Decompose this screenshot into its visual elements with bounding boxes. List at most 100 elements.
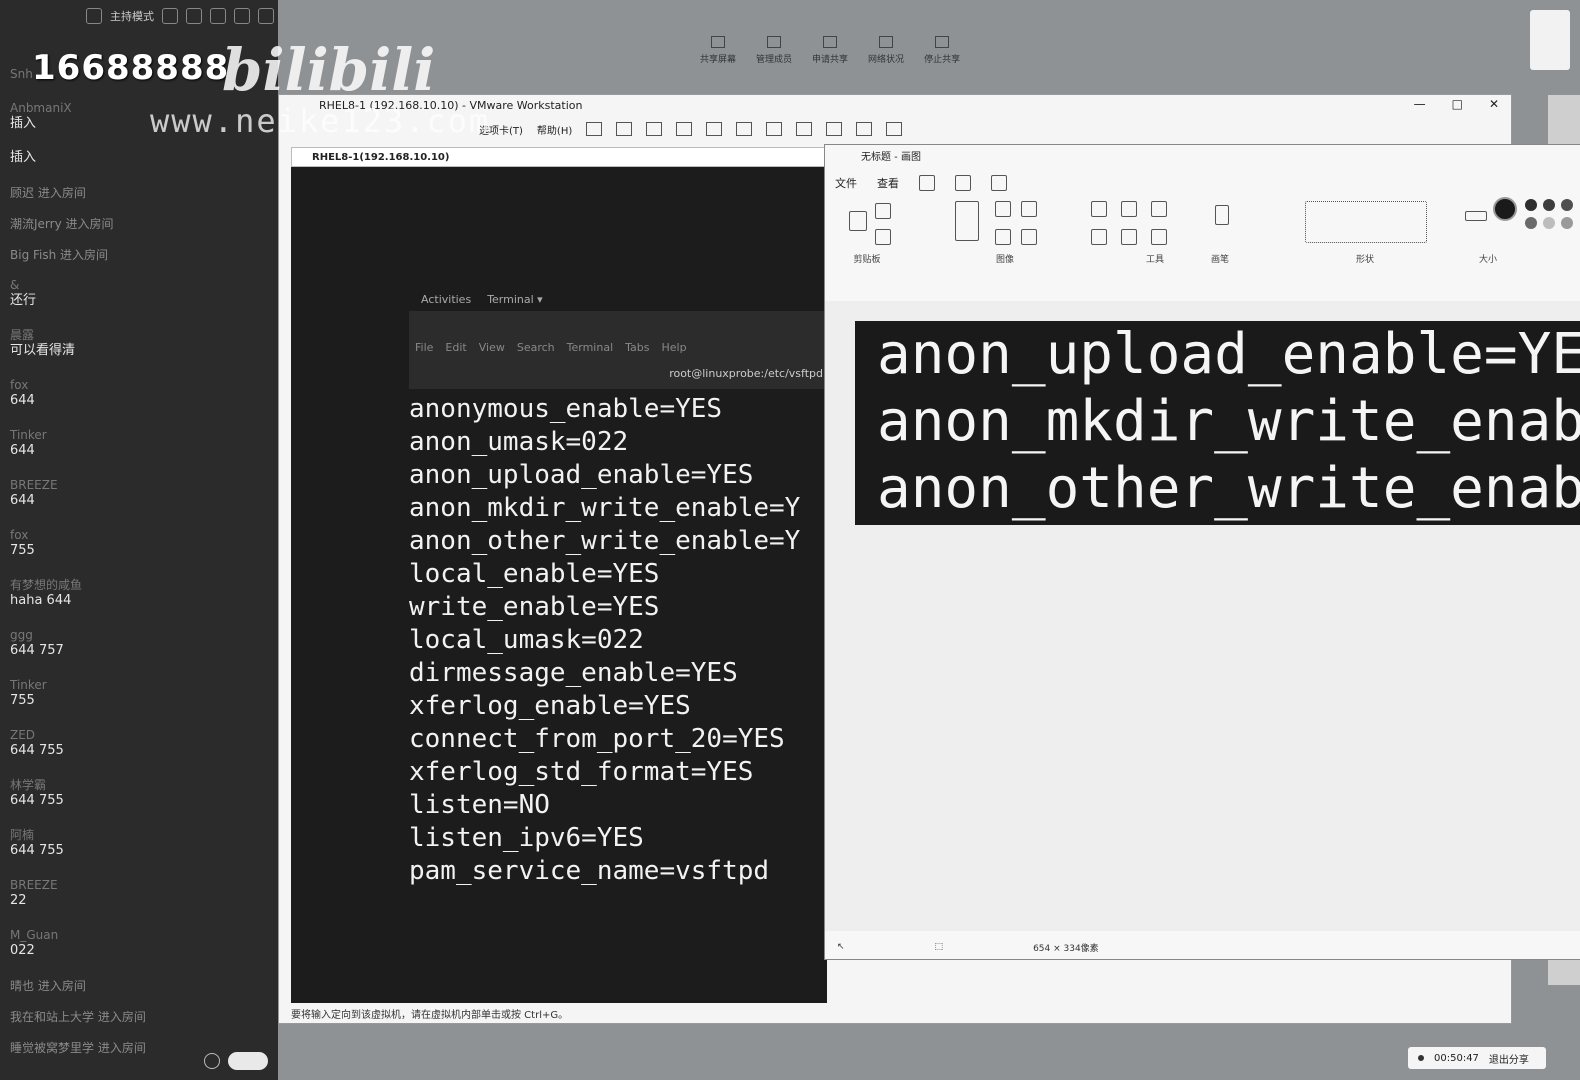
elapsed-time: 00:50:47 — [1434, 1052, 1479, 1064]
chat-username[interactable]: & — [10, 277, 270, 293]
canvas-text-line: anon_other_write_enab — [877, 456, 1580, 521]
chat-username[interactable]: 晨露 — [10, 327, 270, 343]
minimize-icon[interactable] — [210, 8, 226, 24]
send-keys-icon[interactable] — [616, 122, 633, 136]
chat-system-message: 晴也 进入房间 — [10, 979, 86, 993]
minimize-button[interactable]: — — [1414, 97, 1426, 111]
term-menu-terminal[interactable]: Terminal — [567, 341, 614, 354]
activities-button[interactable]: Activities — [421, 293, 471, 306]
pasted-image[interactable]: anon_upload_enable=YE anon_mkdir_write_en… — [855, 321, 1580, 525]
snapshot-manager-icon[interactable] — [706, 122, 723, 136]
chat-username[interactable]: Tinker — [10, 427, 270, 443]
config-line: anonymous_enable=YES — [409, 394, 723, 424]
chat-username[interactable]: 林学霸 — [10, 777, 270, 793]
snapshot-icon[interactable] — [646, 122, 663, 136]
emoji-icon[interactable] — [204, 1053, 220, 1069]
chat-system-message: 我在和站上大学 进入房间 — [10, 1010, 146, 1024]
side-widget[interactable] — [1530, 10, 1570, 70]
chat-username[interactable]: 阿楠 — [10, 827, 270, 843]
chat-message: 阿楠 644 755 — [10, 827, 270, 859]
chat-username[interactable]: ggg — [10, 627, 270, 643]
unity-icon[interactable] — [826, 122, 843, 136]
term-menu-search[interactable]: Search — [517, 341, 555, 354]
vmware-status-text: 要将输入定向到该虚拟机，请在虚拟机内部单击或按 Ctrl+G。 — [291, 1010, 569, 1021]
exit-share-button[interactable]: 退出分享 — [1489, 1051, 1529, 1066]
pencil-icon[interactable] — [1091, 201, 1107, 217]
fullscreen-icon[interactable] — [796, 122, 813, 136]
restore-snapshot-icon[interactable] — [676, 122, 693, 136]
request-share-button[interactable]: 申请共享 — [812, 36, 848, 65]
rotate-icon[interactable] — [995, 229, 1011, 245]
color-swatch-3[interactable] — [1561, 199, 1573, 211]
chat-username[interactable]: BREEZE — [10, 877, 270, 893]
maximize-icon[interactable] — [234, 8, 250, 24]
chat-text: 644 755 — [10, 843, 64, 858]
manage-members-button[interactable]: 管理成员 — [756, 36, 792, 65]
term-menu-help[interactable]: Help — [662, 341, 687, 354]
pause-icon[interactable] — [586, 122, 603, 136]
paint-menu-view[interactable]: 查看 — [877, 175, 899, 191]
term-menu-tabs[interactable]: Tabs — [625, 341, 649, 354]
save-icon[interactable] — [919, 175, 935, 191]
room-number-watermark: 16688888 — [32, 48, 230, 88]
canvas-size: 654 × 334像素 — [1033, 943, 1099, 954]
network-status-button[interactable]: 网络状况 — [868, 36, 904, 65]
chat-username[interactable]: 有梦想的咸鱼 — [10, 577, 270, 593]
color-swatch-2[interactable] — [1543, 199, 1555, 211]
term-menu-edit[interactable]: Edit — [445, 341, 466, 354]
stop-share-button[interactable]: 停止共享 — [924, 36, 960, 65]
chat-message: fox 755 — [10, 527, 270, 559]
thumbnail-icon[interactable] — [766, 122, 783, 136]
undo-icon[interactable] — [955, 175, 971, 191]
crop-icon[interactable] — [995, 201, 1011, 217]
term-menu-file[interactable]: File — [415, 341, 433, 354]
config-line: local_enable=YES — [409, 559, 660, 589]
paint-menu-file[interactable]: 文件 — [835, 175, 857, 191]
eraser-icon[interactable] — [1091, 229, 1107, 245]
paint-canvas-area[interactable]: anon_upload_enable=YE anon_mkdir_write_en… — [825, 301, 1580, 931]
close-icon[interactable] — [258, 8, 274, 24]
close-button[interactable]: ✕ — [1489, 97, 1499, 111]
vm-tab[interactable]: RHEL8-1(192.168.10.10) — [291, 147, 825, 167]
chat-message: ggg 644 757 — [10, 627, 270, 659]
vm-display[interactable]: Activities Terminal ▾ File Edit View Sea… — [291, 167, 827, 1003]
color-swatch-6[interactable] — [1561, 217, 1573, 229]
edit-icon[interactable] — [186, 8, 202, 24]
chat-message: 有梦想的咸鱼 haha 644 — [10, 577, 270, 609]
avatar — [86, 8, 102, 24]
config-line: dirmessage_enable=YES — [409, 658, 738, 688]
config-text[interactable]: anonymous_enable=YES anon_umask=022 anon_u… — [409, 389, 827, 888]
share-screen-button[interactable]: 共享屏幕 — [700, 36, 736, 65]
chat-username[interactable]: M_Guan — [10, 927, 270, 943]
color-swatch-4[interactable] — [1525, 217, 1537, 229]
terminal-app-menu[interactable]: Terminal ▾ — [487, 293, 543, 306]
members-icon — [767, 36, 782, 48]
chat-message: 晨露 可以看得清 — [10, 327, 270, 359]
color-swatch-1[interactable] — [1525, 199, 1537, 211]
chat-topbar: 主持模式 — [0, 0, 278, 32]
settings-icon[interactable] — [162, 8, 178, 24]
menu-help[interactable]: 帮助(H) — [537, 122, 572, 137]
color-swatch-5[interactable] — [1543, 217, 1555, 229]
config-line: listen=NO — [409, 790, 550, 820]
stretch-icon[interactable] — [886, 122, 903, 136]
chat-username[interactable]: ZED — [10, 727, 270, 743]
term-menu-view[interactable]: View — [479, 341, 505, 354]
console-icon[interactable] — [856, 122, 873, 136]
paste-icon[interactable] — [849, 211, 867, 231]
cut-icon[interactable] — [875, 203, 891, 219]
library-icon[interactable] — [736, 122, 753, 136]
maximize-button[interactable]: □ — [1452, 97, 1463, 111]
chat-username[interactable]: BREEZE — [10, 477, 270, 493]
active-color-swatch[interactable] — [1493, 197, 1517, 221]
terminal-window[interactable]: File Edit View Search Terminal Tabs Help… — [409, 311, 827, 1003]
chat-username[interactable]: fox — [10, 527, 270, 543]
redo-icon[interactable] — [991, 175, 1007, 191]
select-icon[interactable] — [955, 201, 979, 241]
cursor-icon: ↖ — [837, 942, 845, 952]
copy-icon[interactable] — [875, 229, 891, 245]
chat-toggle[interactable] — [228, 1052, 268, 1070]
chat-username[interactable]: fox — [10, 377, 270, 393]
chat-username[interactable]: Tinker — [10, 677, 270, 693]
recording-dot — [1418, 1055, 1424, 1061]
